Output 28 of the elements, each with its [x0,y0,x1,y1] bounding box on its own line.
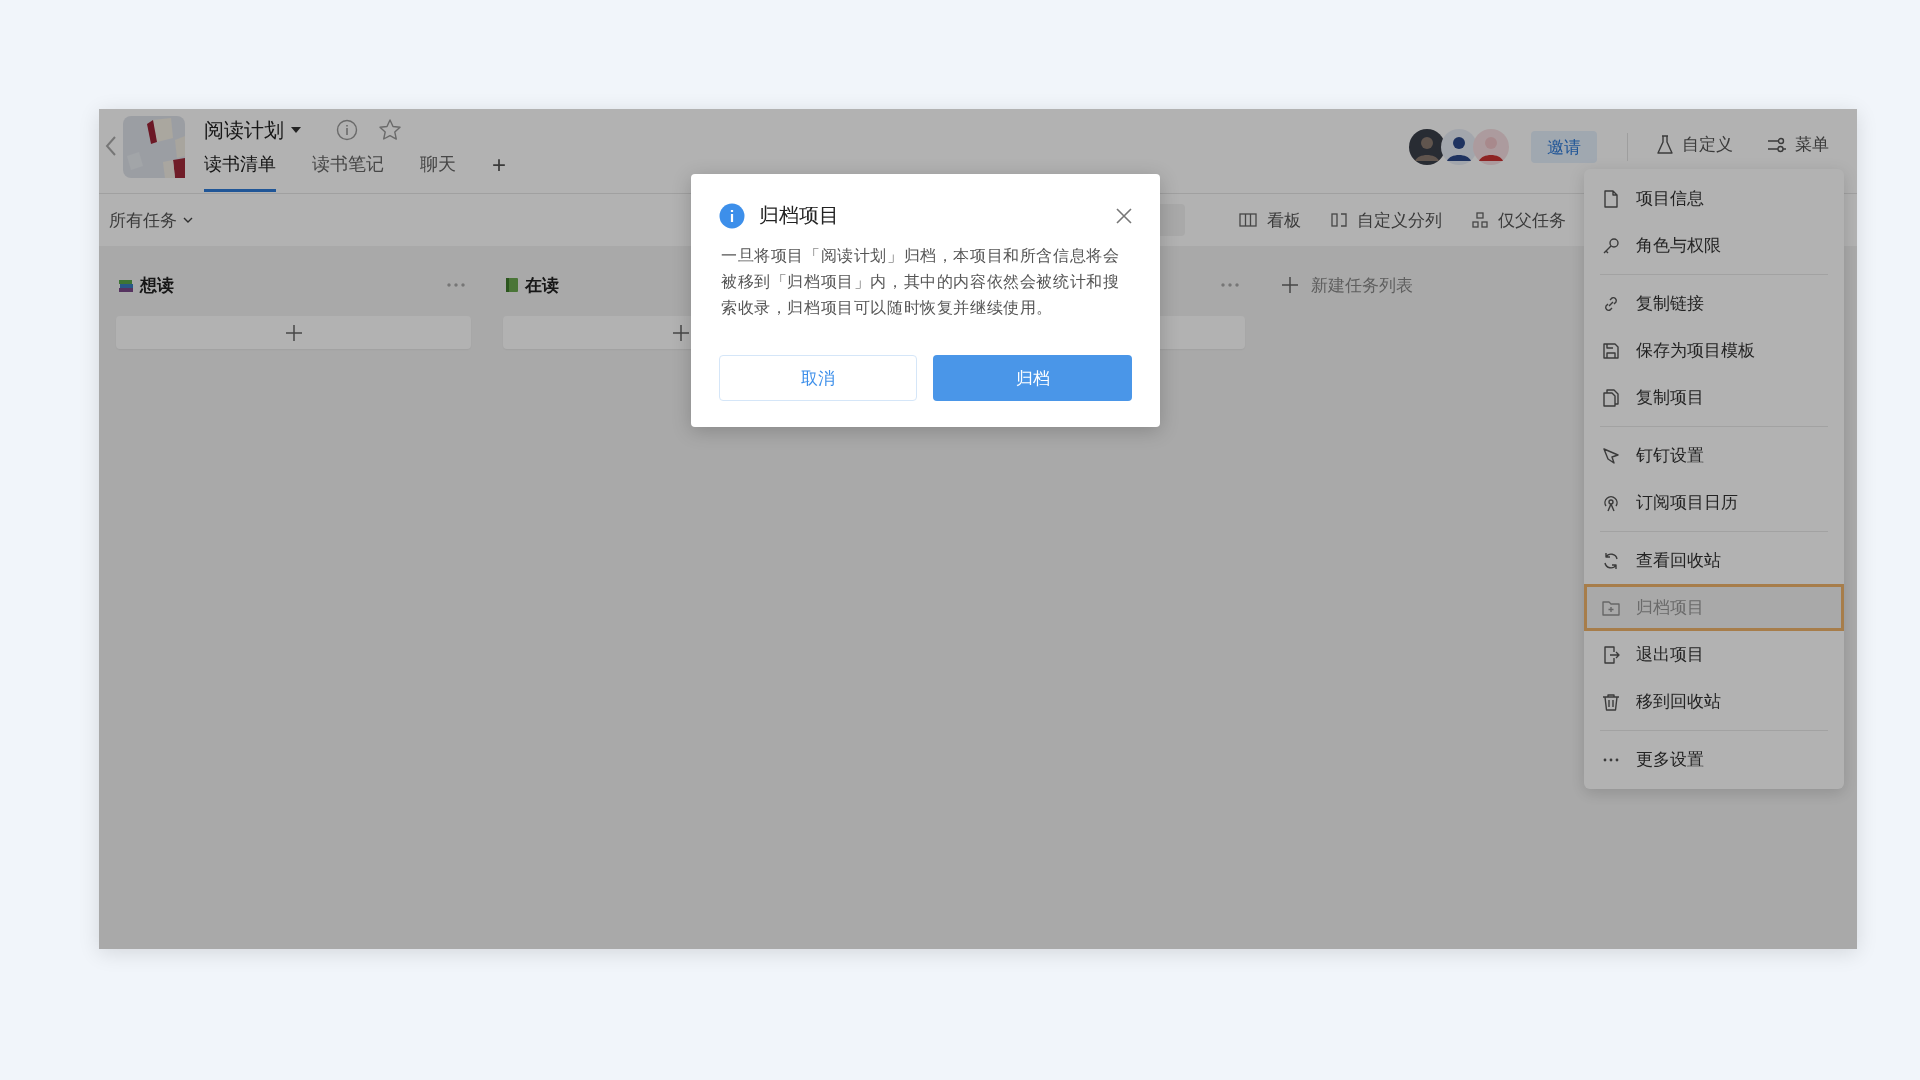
invite-button[interactable]: 邀请 [1531,131,1597,163]
menu-item[interactable]: 查看回收站 [1584,537,1844,584]
menu-item[interactable]: 项目信息 [1584,175,1844,222]
dialog-message: 一旦将项目「阅读计划」归档，本项目和所含信息将会被移到「归档项目」内，其中的内容依然会被统计和搜索收录，归档项目可以随时恢复并继续使用。 [721,246,1121,318]
add-tab-button[interactable]: + [492,148,506,182]
menu-item[interactable]: 移到回收站 [1584,678,1844,725]
cancel-button[interactable]: 取消 [719,355,917,401]
view-option[interactable]: 自定义分列 [1331,208,1442,232]
archive-button[interactable]: 归档 [933,355,1132,401]
menu-item[interactable]: 更多设置 [1584,736,1844,783]
menu-item[interactable]: 复制项目 [1584,374,1844,421]
menu-item[interactable]: 退出项目 [1584,631,1844,678]
menu-item[interactable]: 角色与权限 [1584,222,1844,269]
menu-item[interactable]: 保存为项目模板 [1584,327,1844,374]
customize-button[interactable]: 自定义 [1656,133,1733,156]
menu-item[interactable]: 钉钉设置 [1584,432,1844,479]
menu-button[interactable]: 菜单 [1767,133,1829,156]
dialog-title: 归档项目 [759,203,839,228]
menu-item[interactable]: 订阅项目日历 [1584,479,1844,526]
view-option[interactable]: 看板 [1239,208,1301,232]
tab[interactable]: 聊天 [420,148,456,192]
column-title: 在读 [525,274,559,297]
project-title[interactable]: 阅读计划 [204,116,284,144]
tab[interactable]: 读书笔记 [312,148,384,192]
column-title: 想读 [140,274,174,297]
menu-item[interactable]: 复制链接 [1584,280,1844,327]
filter-dropdown[interactable]: 所有任务 [109,208,193,232]
view-option[interactable]: 仅父任务 [1472,208,1566,232]
